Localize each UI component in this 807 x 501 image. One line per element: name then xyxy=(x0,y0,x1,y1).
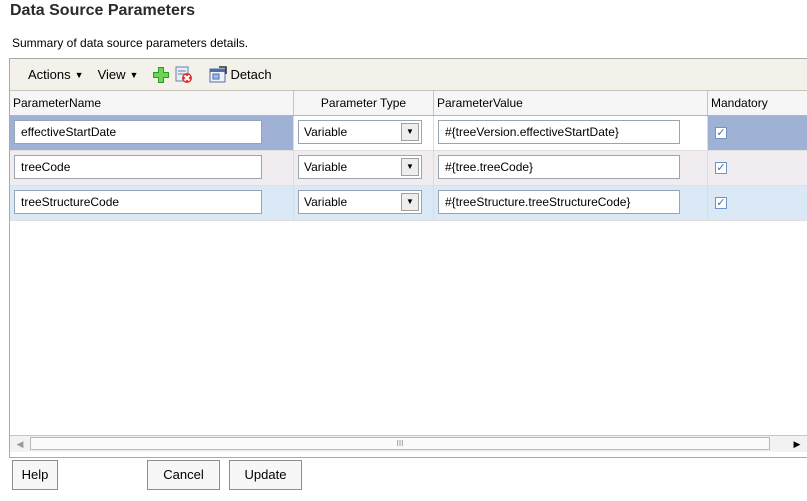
table-header: ParameterName Parameter Type ParameterVa… xyxy=(10,91,807,116)
parametername-cell: treeStructureCode xyxy=(10,186,294,220)
mandatory-checkbox[interactable]: ✓ xyxy=(715,162,727,174)
parameter-name-field[interactable]: treeCode xyxy=(14,155,262,179)
table-toolbar: Actions ▼ View ▼ Detach xyxy=(10,59,807,91)
actions-menu-label: Actions xyxy=(28,67,71,82)
parameter-type-value: Variable xyxy=(304,160,348,174)
detach-label: Detach xyxy=(230,67,272,82)
parametervalue-cell: #{treeVersion.effectiveStartDate} xyxy=(434,116,708,150)
column-header-parametertype[interactable]: Parameter Type xyxy=(294,91,434,115)
scroll-left-icon[interactable]: ◀ xyxy=(12,437,28,451)
parameter-type-select[interactable]: Variable ▼ xyxy=(298,155,422,179)
chevron-down-icon[interactable]: ▼ xyxy=(401,123,419,141)
column-header-parametername[interactable]: ParameterName xyxy=(10,91,294,115)
parameter-type-value: Variable xyxy=(304,195,348,209)
parameter-value-field[interactable]: #{tree.treeCode} xyxy=(438,155,680,179)
detach-icon xyxy=(209,65,228,82)
table-row[interactable]: treeStructureCode Variable ▼ #{treeStruc… xyxy=(10,186,807,221)
delete-icon[interactable] xyxy=(175,66,193,84)
parametervalue-cell: #{treeStructure.treeStructureCode} xyxy=(434,186,708,220)
update-button[interactable]: Update xyxy=(229,460,302,490)
page-subtitle: Summary of data source parameters detail… xyxy=(12,36,249,50)
chevron-down-icon[interactable]: ▼ xyxy=(401,193,419,211)
detach-button[interactable]: Detach xyxy=(209,65,272,84)
parameter-value-field[interactable]: #{treeStructure.treeStructureCode} xyxy=(438,190,680,214)
parameter-type-select[interactable]: Variable ▼ xyxy=(298,120,422,144)
column-header-parametervalue[interactable]: ParameterValue xyxy=(434,91,708,115)
chevron-down-icon[interactable]: ▼ xyxy=(401,158,419,176)
table-row[interactable]: effectiveStartDate Variable ▼ #{treeVers… xyxy=(10,116,807,151)
horizontal-scrollbar[interactable]: ◀ III ▶ xyxy=(10,435,807,452)
help-button[interactable]: Help xyxy=(12,460,58,490)
parameter-name-field[interactable]: treeStructureCode xyxy=(14,190,262,214)
parametertype-cell: Variable ▼ xyxy=(294,116,434,150)
mandatory-cell: ✓ xyxy=(708,116,807,150)
chevron-down-icon: ▼ xyxy=(74,69,84,80)
parameter-type-select[interactable]: Variable ▼ xyxy=(298,190,422,214)
scroll-right-icon[interactable]: ▶ xyxy=(789,437,805,451)
scrollbar-thumb[interactable]: III xyxy=(30,437,770,450)
page-title: Data Source Parameters xyxy=(10,2,195,19)
parametertype-cell: Variable ▼ xyxy=(294,186,434,220)
actions-menu[interactable]: Actions ▼ xyxy=(28,67,84,82)
view-menu[interactable]: View ▼ xyxy=(98,67,139,82)
parametertype-cell: Variable ▼ xyxy=(294,151,434,185)
parametername-cell: treeCode xyxy=(10,151,294,185)
parametervalue-cell: #{tree.treeCode} xyxy=(434,151,708,185)
mandatory-checkbox[interactable]: ✓ xyxy=(715,127,727,139)
column-header-mandatory[interactable]: Mandatory xyxy=(708,91,807,115)
parametername-cell: effectiveStartDate xyxy=(10,116,294,150)
cancel-button[interactable]: Cancel xyxy=(147,460,220,490)
table-row[interactable]: treeCode Variable ▼ #{tree.treeCode} ✓ xyxy=(10,151,807,186)
chevron-down-icon: ▼ xyxy=(129,69,139,80)
parameter-value-field[interactable]: #{treeVersion.effectiveStartDate} xyxy=(438,120,680,144)
parameter-name-field[interactable]: effectiveStartDate xyxy=(14,120,262,144)
mandatory-cell: ✓ xyxy=(708,186,807,220)
mandatory-cell: ✓ xyxy=(708,151,807,185)
add-icon[interactable] xyxy=(152,66,170,84)
view-menu-label: View xyxy=(97,67,126,82)
parameters-table-panel: Actions ▼ View ▼ Detach ParameterName Pa… xyxy=(9,58,807,458)
parameter-type-value: Variable xyxy=(304,125,348,139)
mandatory-checkbox[interactable]: ✓ xyxy=(715,197,727,209)
